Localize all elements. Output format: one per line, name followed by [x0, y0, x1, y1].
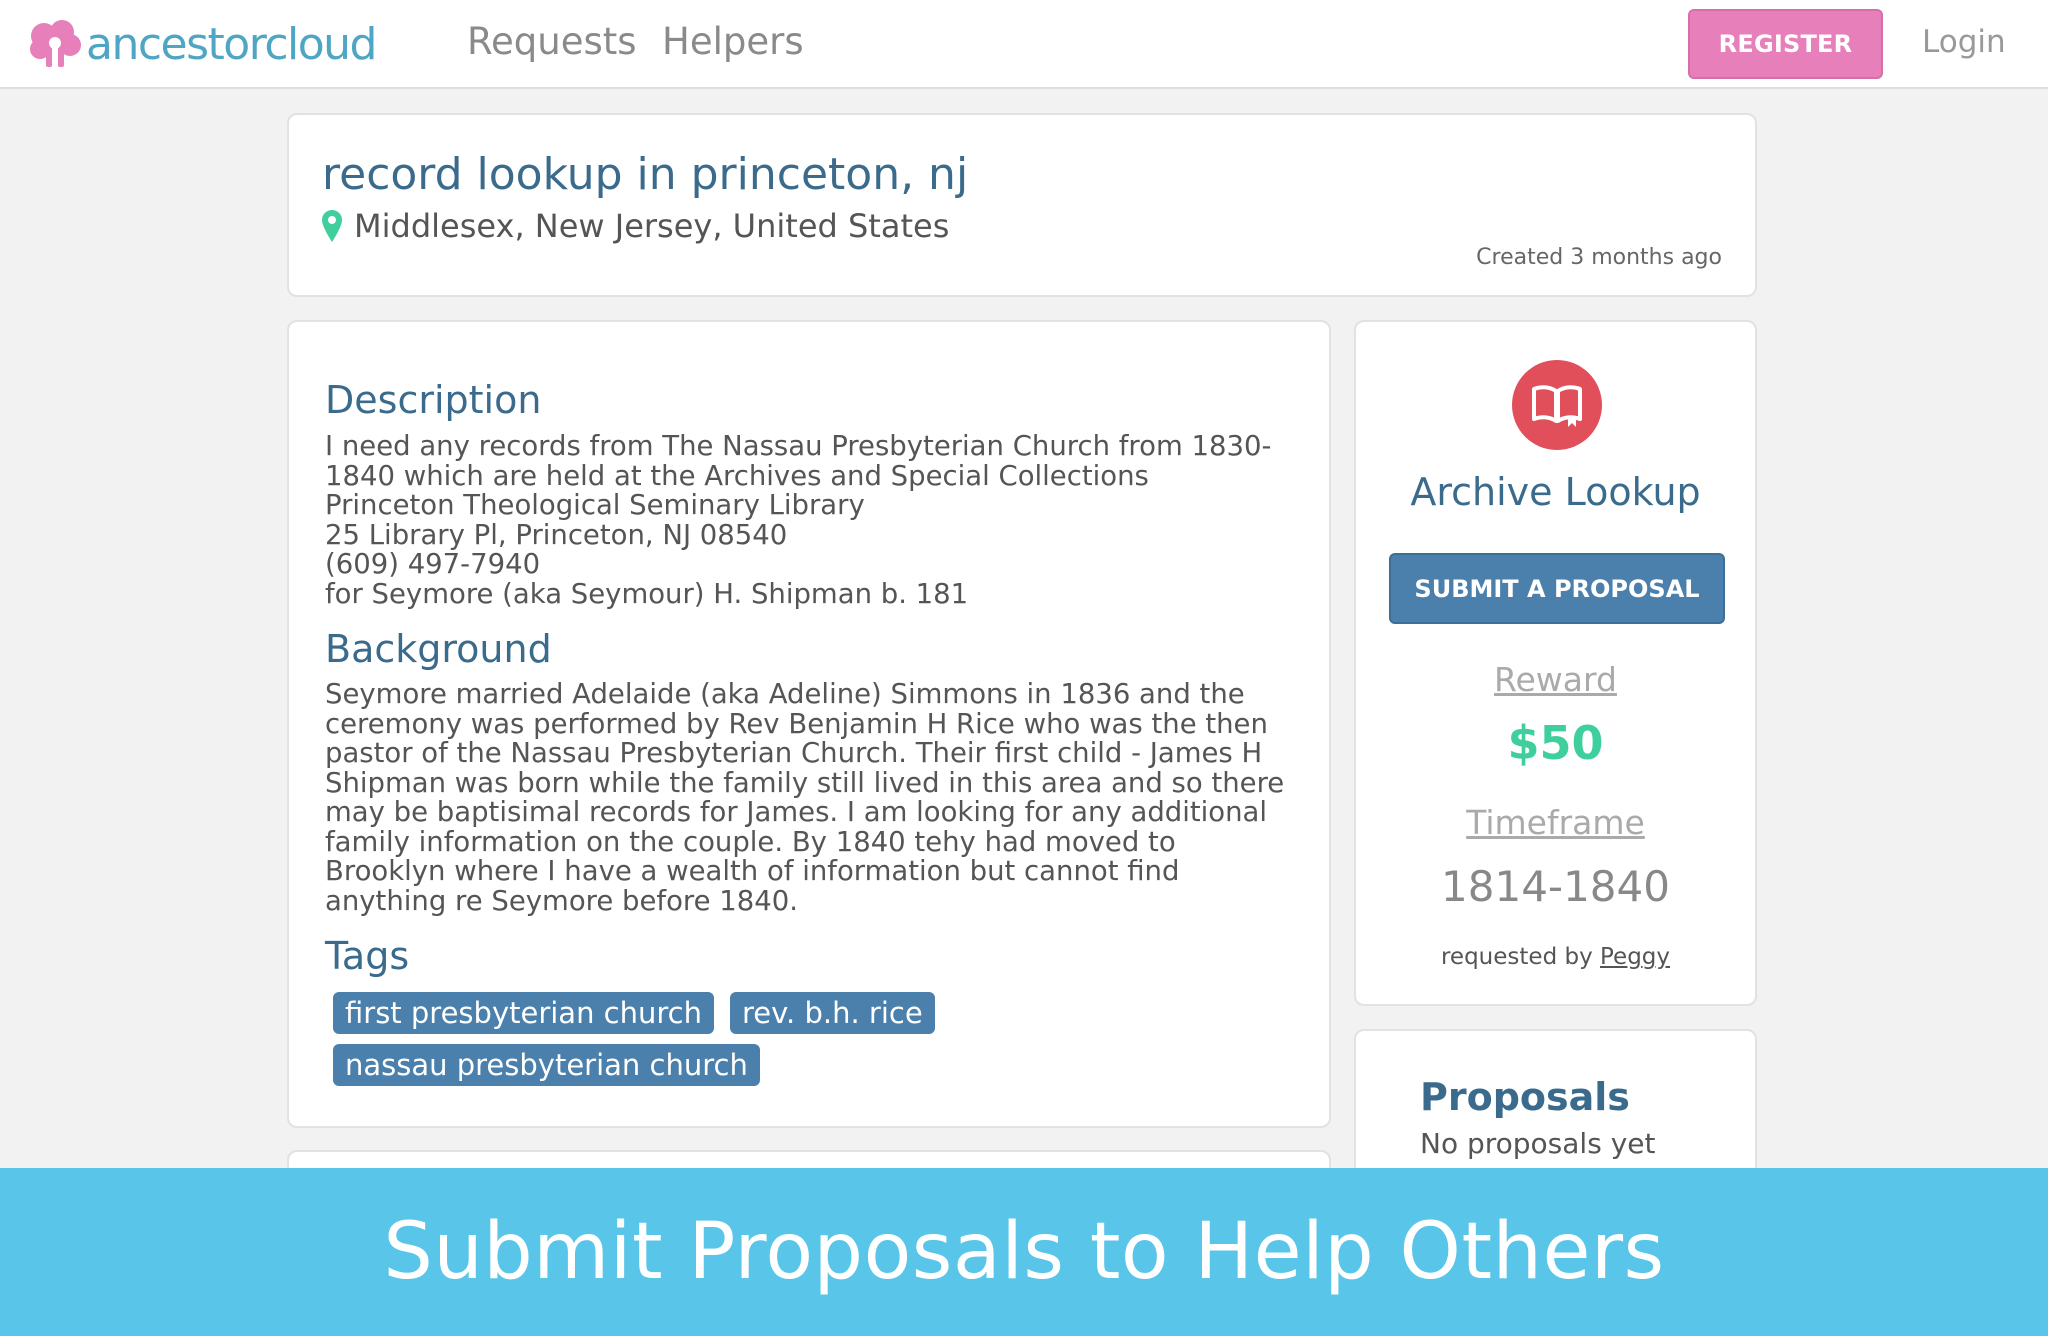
archive-type-badge — [1512, 360, 1602, 450]
request-header-card: record lookup in princeton, nj Middlesex… — [287, 113, 1757, 297]
logo[interactable]: ancestorcloud — [28, 18, 377, 70]
proposals-heading: Proposals — [1420, 1075, 1630, 1119]
requested-by-prefix: requested by — [1440, 944, 1593, 970]
tag-first-presbyterian-church[interactable]: first presbyterian church — [333, 992, 714, 1034]
timeframe-value: 1814-1840 — [1441, 862, 1670, 911]
background-text: Seymore married Adelaide (aka Adeline) S… — [325, 678, 1285, 917]
created-timestamp: Created 3 months ago — [1476, 245, 1722, 270]
banner-text: Submit Proposals to Help Others — [383, 1207, 1665, 1297]
nav-requests-link[interactable]: Requests — [467, 20, 637, 63]
tags-heading: Tags — [325, 934, 410, 978]
proposals-empty-text: No proposals yet — [1420, 1127, 1656, 1160]
request-summary-card: Archive Lookup SUBMIT A PROPOSAL Reward … — [1354, 320, 1757, 1006]
tag-list: first presbyterian church rev. b.h. rice… — [333, 992, 1053, 1086]
background-heading: Background — [325, 627, 552, 671]
request-type-title: Archive Lookup — [1410, 470, 1701, 514]
page-title: record lookup in princeton, nj — [322, 149, 969, 200]
logo-tree-icon — [30, 20, 81, 67]
request-location: Middlesex, New Jersey, United States — [322, 207, 949, 245]
tag-nassau-presbyterian-church[interactable]: nassau presbyterian church — [333, 1044, 760, 1086]
map-pin-icon — [322, 210, 342, 242]
submit-proposal-button[interactable]: SUBMIT A PROPOSAL — [1389, 553, 1725, 624]
location-text: Middlesex, New Jersey, United States — [354, 207, 950, 245]
book-icon — [1532, 385, 1582, 427]
promo-banner: Submit Proposals to Help Others — [0, 1168, 2048, 1336]
reward-label[interactable]: Reward — [1356, 660, 1755, 699]
timeframe-label[interactable]: Timeframe — [1356, 803, 1755, 842]
login-link[interactable]: Login — [1922, 24, 2006, 60]
description-text: I need any records from The Nassau Presb… — [325, 430, 1272, 610]
top-navbar: ancestorcloud Requests Helpers REGISTER … — [0, 0, 2048, 89]
nav-helpers-link[interactable]: Helpers — [662, 20, 804, 63]
logo-text: ancestorcloud — [86, 18, 377, 70]
register-button[interactable]: REGISTER — [1688, 9, 1883, 79]
requester-link[interactable]: Peggy — [1600, 944, 1670, 970]
reward-value: $50 — [1507, 716, 1604, 770]
request-details-card: Description I need any records from The … — [287, 320, 1331, 1128]
tag-rev-bh-rice[interactable]: rev. b.h. rice — [729, 992, 935, 1034]
description-heading: Description — [325, 378, 542, 422]
requested-by: requested by Peggy — [1356, 944, 1755, 970]
